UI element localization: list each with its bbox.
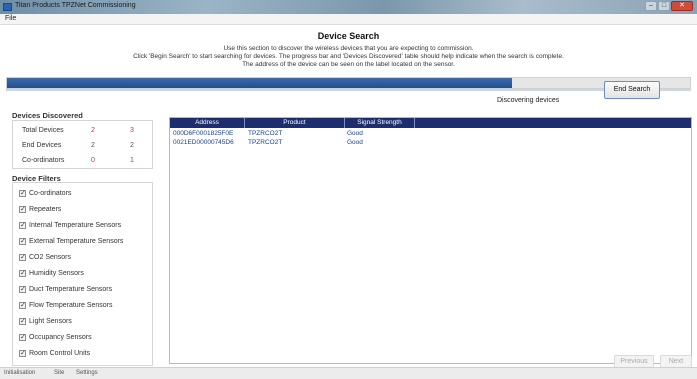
stat-value-b: 2 xyxy=(130,142,134,149)
checkbox[interactable] xyxy=(19,269,26,278)
checkbox[interactable] xyxy=(19,333,26,342)
cell-product: TPZRCO2T xyxy=(248,130,283,137)
search-progress-bar xyxy=(6,77,691,89)
statusbar-tab-settings[interactable]: Settings xyxy=(76,370,98,376)
minimize-button[interactable]: – xyxy=(645,1,657,11)
stat-value-a: 2 xyxy=(91,127,95,134)
filter-label: Light Sensors xyxy=(29,318,72,325)
stat-label: End Devices xyxy=(22,142,62,149)
filter-label: External Temperature Sensors xyxy=(29,238,124,245)
devices-discovered-title: Devices Discovered xyxy=(12,111,83,120)
filter-label: Occupancy Sensors xyxy=(29,334,92,341)
table-row[interactable]: 0021ED00000745D6 TPZRCO2T Good xyxy=(170,138,691,147)
filter-repeaters[interactable]: Repeaters xyxy=(19,204,61,215)
cell-product: TPZRCO2T xyxy=(248,139,283,146)
column-header-signal-strength[interactable]: Signal Strength xyxy=(345,119,414,126)
filter-label: Internal Temperature Sensors xyxy=(29,222,122,229)
filter-co2-sensors[interactable]: CO2 Sensors xyxy=(19,252,71,263)
column-header-address[interactable]: Address xyxy=(170,119,244,126)
filter-label: Duct Temperature Sensors xyxy=(29,286,113,293)
instruction-line-2: Click 'Begin Search' to start searching … xyxy=(133,53,564,60)
stat-label: Total Devices xyxy=(22,127,64,134)
cell-address: 000D6F0001825F0E xyxy=(173,130,234,137)
column-header-product[interactable]: Product xyxy=(245,119,344,126)
cell-signal-strength: Good xyxy=(347,139,363,146)
cell-address: 0021ED00000745D6 xyxy=(173,139,234,146)
filter-light-sensors[interactable]: Light Sensors xyxy=(19,316,72,327)
title-bar: Titan Products TPZNet Commissioning – □ … xyxy=(0,0,697,14)
stat-value-b: 3 xyxy=(130,127,134,134)
filter-room-control-units[interactable]: Room Control Units xyxy=(19,348,90,359)
cell-signal-strength: Good xyxy=(347,130,363,137)
table-row[interactable]: 000D6F0001825F0E TPZRCO2T Good xyxy=(170,129,691,138)
checkbox[interactable] xyxy=(19,349,26,358)
checkbox[interactable] xyxy=(19,237,26,246)
statusbar-tab-initialisation[interactable]: Initialisation xyxy=(4,370,35,376)
stat-value-a: 0 xyxy=(91,157,95,164)
filter-label: CO2 Sensors xyxy=(29,254,72,261)
filter-flow-temperature-sensors[interactable]: Flow Temperature Sensors xyxy=(19,300,113,311)
instruction-line-3: The address of the device can be seen on… xyxy=(242,61,455,68)
filter-label: Humidity Sensors xyxy=(29,270,84,277)
checkbox[interactable] xyxy=(19,301,26,310)
maximize-button[interactable]: □ xyxy=(658,1,670,11)
stat-value-b: 1 xyxy=(130,157,134,164)
search-progress-fill xyxy=(7,78,513,88)
progress-underline xyxy=(6,89,691,91)
checkbox[interactable] xyxy=(19,285,26,294)
filter-occupancy-sensors[interactable]: Occupancy Sensors xyxy=(19,332,92,343)
status-bar: Initialisation Site Settings xyxy=(0,367,697,379)
app-icon xyxy=(3,3,12,11)
checkbox[interactable] xyxy=(19,189,26,198)
search-status-text: Discovering devices xyxy=(497,97,560,104)
checkbox[interactable] xyxy=(19,221,26,230)
window-controls: – □ ✕ xyxy=(645,1,693,11)
stat-value-a: 2 xyxy=(91,142,95,149)
filter-label: Repeaters xyxy=(29,206,62,213)
main-content: Device Search Use this section to discov… xyxy=(0,25,697,369)
stat-row-end-devices: End Devices 2 2 xyxy=(13,139,154,153)
table-header: Address Product Signal Strength xyxy=(170,118,691,128)
device-filters-panel: Co-ordinators Repeaters Internal Tempera… xyxy=(12,182,153,366)
checkbox[interactable] xyxy=(19,317,26,326)
statusbar-tab-site[interactable]: Site xyxy=(54,370,64,376)
stat-row-total-devices: Total Devices 2 3 xyxy=(13,124,154,138)
menu-bar: File xyxy=(0,14,697,25)
filter-external-temperature-sensors[interactable]: External Temperature Sensors xyxy=(19,236,123,247)
devices-table[interactable]: Address Product Signal Strength 000D6F00… xyxy=(169,117,692,364)
stat-label: Co-ordinators xyxy=(22,157,65,164)
stat-row-co-ordinators: Co-ordinators 0 1 xyxy=(13,154,154,168)
devices-discovered-panel: Total Devices 2 3 End Devices 2 2 Co-ord… xyxy=(12,120,153,169)
filter-co-ordinators[interactable]: Co-ordinators xyxy=(19,188,71,199)
checkbox[interactable] xyxy=(19,205,26,214)
menu-file[interactable]: File xyxy=(5,15,16,22)
close-button[interactable]: ✕ xyxy=(671,1,693,11)
filter-label: Room Control Units xyxy=(29,350,91,357)
window-title: Titan Products TPZNet Commissioning xyxy=(15,2,136,9)
filter-label: Co-ordinators xyxy=(29,190,72,197)
page-title: Device Search xyxy=(317,31,380,41)
checkbox[interactable] xyxy=(19,253,26,262)
column-divider xyxy=(414,118,415,128)
end-search-button[interactable]: End Search xyxy=(604,81,660,99)
filter-label: Flow Temperature Sensors xyxy=(29,302,113,309)
filter-internal-temperature-sensors[interactable]: Internal Temperature Sensors xyxy=(19,220,121,231)
filter-humidity-sensors[interactable]: Humidity Sensors xyxy=(19,268,84,279)
instruction-line-1: Use this section to discover the wireles… xyxy=(223,45,474,52)
filter-duct-temperature-sensors[interactable]: Duct Temperature Sensors xyxy=(19,284,112,295)
